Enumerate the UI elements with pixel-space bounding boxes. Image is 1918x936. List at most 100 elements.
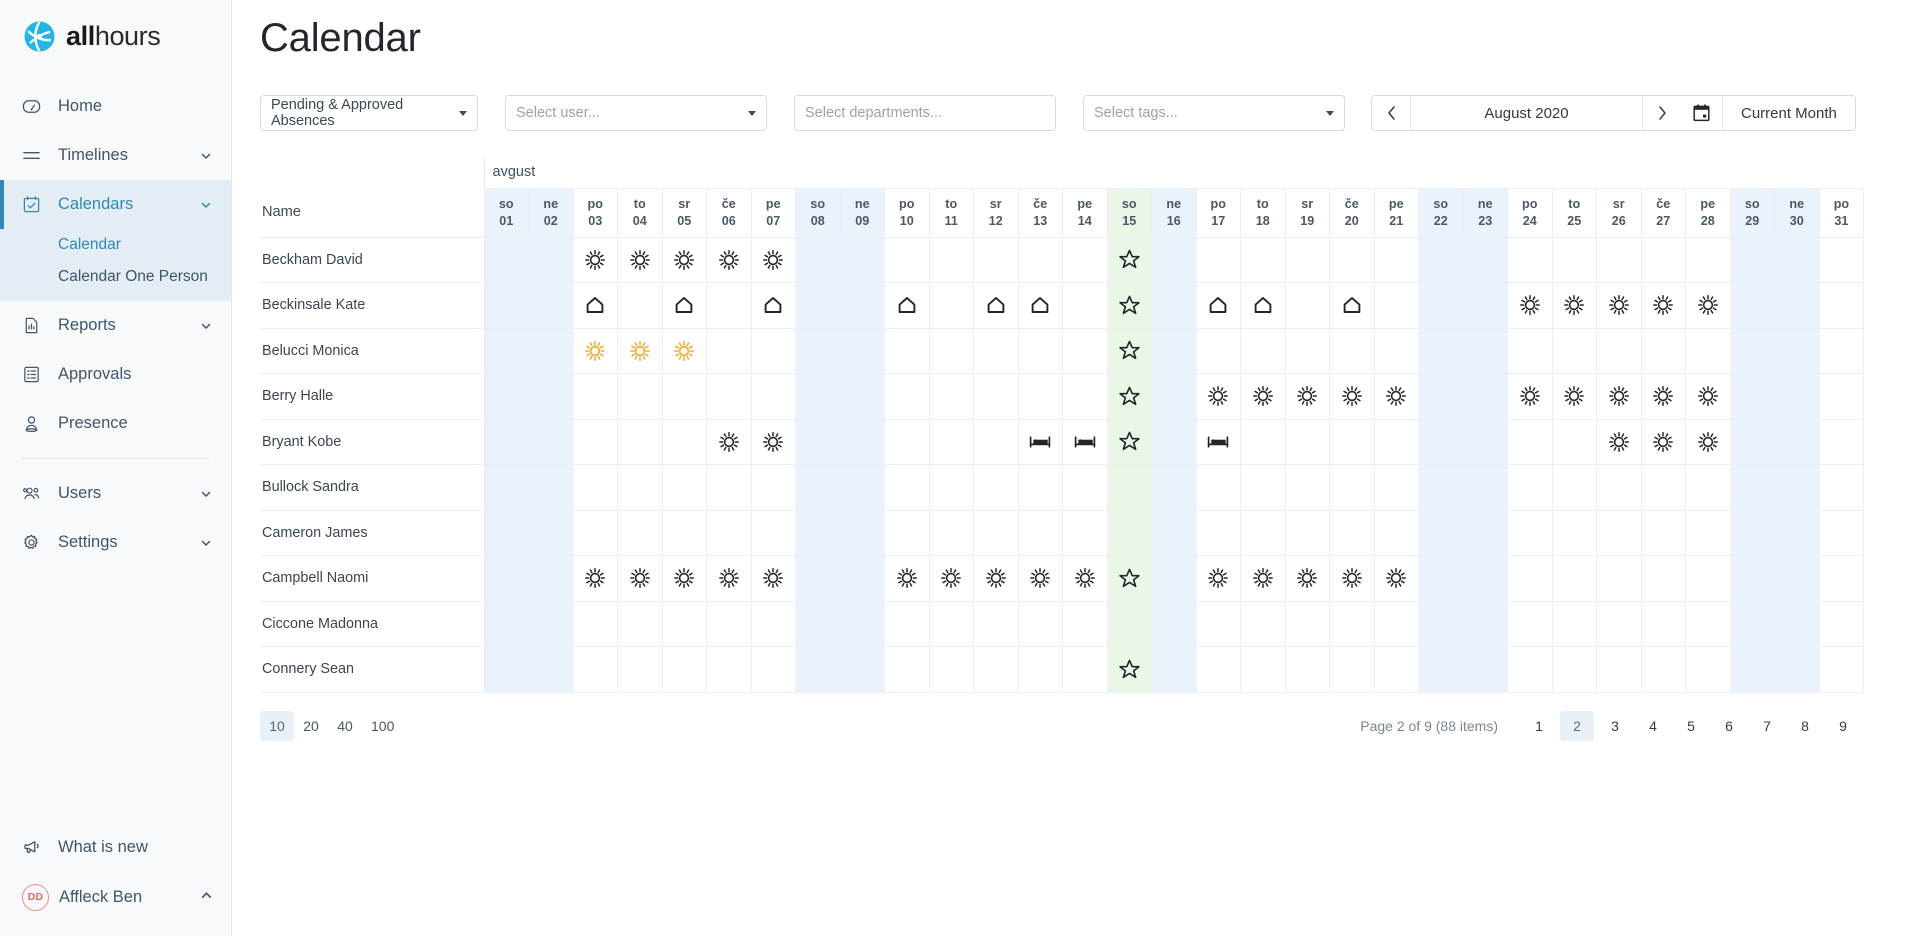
absence-cell-house[interactable] xyxy=(1330,283,1375,329)
calendar-cell[interactable] xyxy=(1196,465,1241,511)
calendar-cell[interactable] xyxy=(484,419,529,465)
calendar-cell[interactable] xyxy=(1463,328,1508,374)
calendar-cell[interactable] xyxy=(751,328,796,374)
calendar-cell[interactable] xyxy=(1508,510,1553,556)
calendar-cell[interactable] xyxy=(1285,419,1330,465)
calendar-cell[interactable] xyxy=(1374,647,1419,693)
calendar-cell[interactable] xyxy=(1686,328,1731,374)
pagination-page[interactable]: 4 xyxy=(1636,711,1670,741)
calendar-cell[interactable] xyxy=(1063,328,1108,374)
calendar-cell[interactable] xyxy=(1730,556,1775,602)
calendar-cell[interactable] xyxy=(1641,647,1686,693)
calendar-cell[interactable] xyxy=(796,328,841,374)
calendar-cell[interactable] xyxy=(1419,465,1464,511)
absence-cell-sun[interactable] xyxy=(573,556,618,602)
calendar-cell[interactable] xyxy=(1152,556,1197,602)
calendar-cell[interactable] xyxy=(1419,374,1464,420)
calendar-cell[interactable] xyxy=(1641,556,1686,602)
absence-cell-sun[interactable] xyxy=(1552,283,1597,329)
calendar-cell[interactable] xyxy=(929,328,974,374)
absence-cell-house[interactable] xyxy=(573,283,618,329)
absence-cell-sun[interactable] xyxy=(1241,556,1286,602)
sidebar-item-approvals[interactable]: Approvals xyxy=(0,350,231,399)
absence-cell-bed[interactable] xyxy=(1018,419,1063,465)
calendar-cell[interactable] xyxy=(529,283,574,329)
calendar-cell[interactable] xyxy=(885,601,930,647)
calendar-cell[interactable] xyxy=(796,510,841,556)
calendar-cell[interactable] xyxy=(1152,374,1197,420)
sidebar-item-users[interactable]: Users xyxy=(0,469,231,518)
calendar-cell[interactable] xyxy=(1508,237,1553,283)
calendar-cell[interactable] xyxy=(796,283,841,329)
calendar-cell[interactable] xyxy=(1730,374,1775,420)
calendar-cell[interactable] xyxy=(1463,510,1508,556)
calendar-cell[interactable] xyxy=(618,419,663,465)
calendar-cell[interactable] xyxy=(484,237,529,283)
calendar-cell[interactable] xyxy=(1552,510,1597,556)
calendar-cell[interactable] xyxy=(529,510,574,556)
calendar-cell[interactable] xyxy=(974,647,1019,693)
pagination-page[interactable]: 6 xyxy=(1712,711,1746,741)
calendar-cell[interactable] xyxy=(1552,556,1597,602)
calendar-cell[interactable] xyxy=(1152,283,1197,329)
calendar-cell[interactable] xyxy=(796,647,841,693)
absence-cell-star[interactable] xyxy=(1107,419,1152,465)
calendar-cell[interactable] xyxy=(1330,647,1375,693)
date-picker-button[interactable] xyxy=(1681,96,1723,130)
calendar-cell[interactable] xyxy=(1686,237,1731,283)
calendar-cell[interactable] xyxy=(1152,237,1197,283)
absence-cell-star[interactable] xyxy=(1107,556,1152,602)
calendar-cell[interactable] xyxy=(1196,647,1241,693)
sidebar-item-settings[interactable]: Settings xyxy=(0,518,231,567)
calendar-cell[interactable] xyxy=(885,237,930,283)
pagination-page[interactable]: 5 xyxy=(1674,711,1708,741)
sidebar-item-calendar[interactable]: Calendar xyxy=(0,229,231,261)
user-menu[interactable]: DD Affleck Ben xyxy=(0,872,231,922)
calendar-cell[interactable] xyxy=(840,237,885,283)
calendar-cell[interactable] xyxy=(1463,601,1508,647)
employee-name-cell[interactable]: Cameron James xyxy=(260,510,484,556)
calendar-cell[interactable] xyxy=(1819,647,1864,693)
calendar-cell[interactable] xyxy=(707,647,752,693)
absence-cell-star[interactable] xyxy=(1107,328,1152,374)
calendar-cell[interactable] xyxy=(1552,465,1597,511)
calendar-cell[interactable] xyxy=(1419,556,1464,602)
calendar-cell[interactable] xyxy=(1018,510,1063,556)
calendar-cell[interactable] xyxy=(1419,647,1464,693)
calendar-cell[interactable] xyxy=(1552,647,1597,693)
absence-cell-sun[interactable] xyxy=(1597,374,1642,420)
calendar-cell[interactable] xyxy=(662,419,707,465)
calendar-cell[interactable] xyxy=(1686,556,1731,602)
calendar-cell[interactable] xyxy=(1819,601,1864,647)
calendar-cell[interactable] xyxy=(1285,283,1330,329)
calendar-cell[interactable] xyxy=(885,510,930,556)
calendar-cell[interactable] xyxy=(1819,237,1864,283)
calendar-cell[interactable] xyxy=(1819,465,1864,511)
calendar-cell[interactable] xyxy=(618,465,663,511)
calendar-cell[interactable] xyxy=(484,556,529,602)
department-filter-input[interactable]: Select departments... xyxy=(794,95,1056,131)
calendar-cell[interactable] xyxy=(1597,237,1642,283)
absence-cell-sun[interactable] xyxy=(1063,556,1108,602)
calendar-cell[interactable] xyxy=(929,465,974,511)
calendar-cell[interactable] xyxy=(1552,419,1597,465)
calendar-cell[interactable] xyxy=(1641,510,1686,556)
calendar-cell[interactable] xyxy=(1063,283,1108,329)
calendar-cell[interactable] xyxy=(707,328,752,374)
calendar-cell[interactable] xyxy=(1775,510,1820,556)
calendar-cell[interactable] xyxy=(1508,556,1553,602)
calendar-cell[interactable] xyxy=(885,328,930,374)
calendar-cell[interactable] xyxy=(707,465,752,511)
absence-cell-sun[interactable] xyxy=(1686,419,1731,465)
absence-cell-sun-pending[interactable] xyxy=(662,328,707,374)
absence-cell-sun[interactable] xyxy=(573,237,618,283)
calendar-cell[interactable] xyxy=(1463,465,1508,511)
calendar-cell[interactable] xyxy=(1641,465,1686,511)
calendar-cell[interactable] xyxy=(1330,510,1375,556)
calendar-cell[interactable] xyxy=(484,283,529,329)
calendar-cell[interactable] xyxy=(1063,237,1108,283)
absence-cell-star[interactable] xyxy=(1107,237,1152,283)
absence-cell-sun[interactable] xyxy=(1196,556,1241,602)
calendar-cell[interactable] xyxy=(1641,328,1686,374)
calendar-cell[interactable] xyxy=(1775,237,1820,283)
